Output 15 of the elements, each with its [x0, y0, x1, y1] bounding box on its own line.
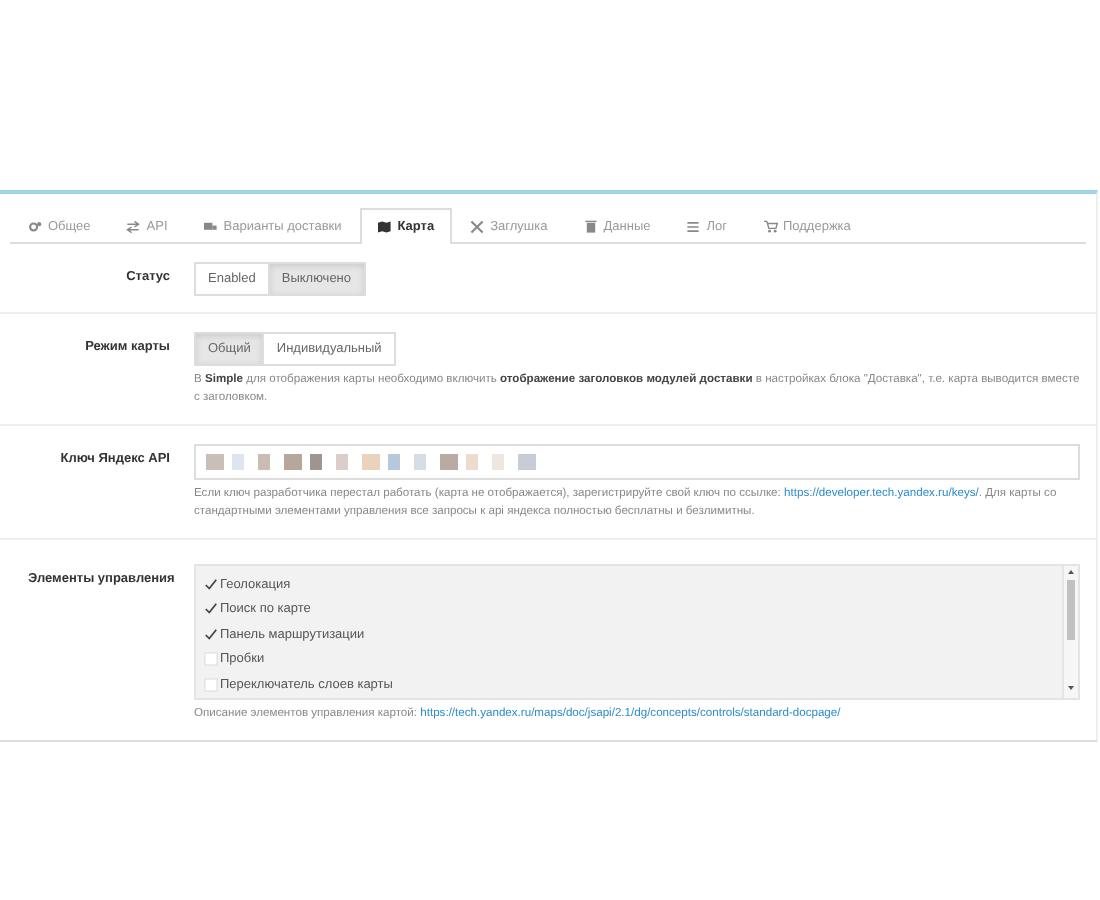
map-icon	[377, 220, 392, 234]
arrows-icon	[126, 220, 141, 234]
trash-icon	[583, 220, 598, 234]
cart-icon	[763, 220, 777, 234]
checkmark-icon[interactable]	[204, 602, 218, 616]
truck-icon	[203, 220, 218, 234]
gears-icon	[28, 220, 42, 234]
api-key-field[interactable]	[194, 444, 1080, 480]
checkmark-icon[interactable]	[204, 577, 218, 591]
checkmark-icon[interactable]	[204, 627, 218, 641]
checkbox-icon[interactable]	[204, 652, 218, 666]
checkbox-icon[interactable]	[204, 677, 218, 691]
scrollbar[interactable]	[1062, 566, 1078, 698]
list-icon	[686, 220, 701, 234]
cross-icon	[470, 220, 485, 234]
